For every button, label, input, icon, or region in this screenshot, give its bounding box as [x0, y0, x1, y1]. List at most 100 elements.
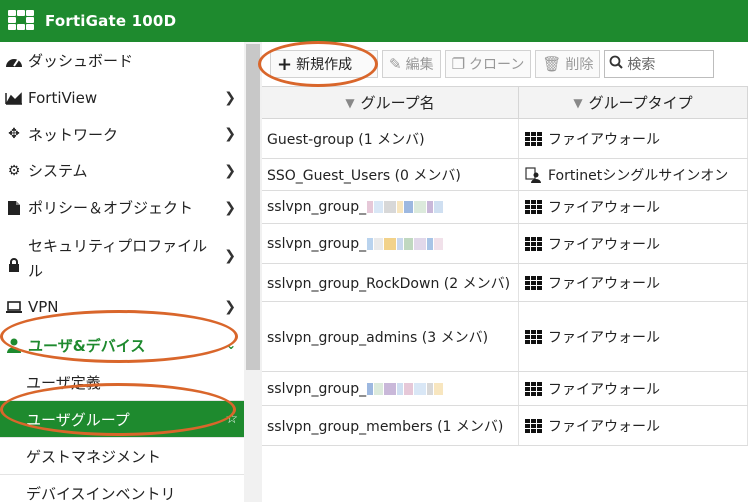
sidebar-item-user-device[interactable]: ユーザ&デバイス ⌄ — [0, 326, 244, 364]
blur-block — [404, 237, 414, 250]
blur-block — [367, 201, 374, 213]
sidebar-item-label: ポリシー＆オブジェクト — [28, 199, 194, 217]
group-type-text: ファイアウォール — [548, 200, 660, 216]
group-type-text: ファイアウォール — [548, 236, 660, 253]
table-row[interactable]: Guest-group (1 メンバ) ファイアウォール — [262, 119, 748, 159]
delete-button[interactable]: 🗑 削除 — [535, 50, 601, 78]
sidebar-item-fortiview[interactable]: FortiView ❯ — [0, 79, 244, 116]
sidebar-subitem-device-inventory[interactable]: デバイスインベントリ — [0, 475, 244, 502]
blur-block — [434, 237, 444, 250]
group-type-text: ファイアウォール — [548, 329, 660, 346]
sidebar-scrollbar-thumb[interactable] — [246, 44, 260, 370]
sidebar-nav: ダッシュボード FortiView ❯ ✥ ネットワーク ❯ ⚙ システム ❯ … — [0, 42, 244, 502]
filter-icon[interactable]: ▼ — [573, 96, 582, 110]
cell-group-type: ファイアウォール — [519, 119, 748, 158]
blur-block — [427, 237, 434, 250]
delete-label: 削除 — [565, 57, 594, 73]
cell-group-name: Guest-group (1 メンバ) — [262, 119, 519, 158]
chevron-right-icon: ❯ — [224, 299, 236, 315]
sidebar-item-label: ユーザ&デバイス — [28, 336, 146, 355]
user-icon — [4, 336, 24, 354]
column-header-label: グループタイプ — [588, 94, 693, 112]
blur-block — [374, 201, 384, 213]
blur-block — [404, 382, 414, 395]
sidebar-item-label: セキュリティプロファイル — [28, 237, 208, 255]
sidebar-item-label: VPN — [28, 298, 59, 316]
dashboard-icon — [4, 52, 24, 70]
clone-button[interactable]: ❐ クローン — [444, 50, 532, 78]
cell-group-type: Fortinetシングルサインオン — [519, 159, 748, 190]
blur-block — [367, 237, 374, 250]
clone-label: クローン — [469, 57, 525, 73]
table-row[interactable]: SSO_Guest_Users (0 メンバ) Fortinetシングルサインオン — [262, 159, 748, 191]
group-name-text: Guest-group (1 メンバ) — [267, 131, 425, 148]
laptop-icon — [4, 298, 24, 316]
user-groups-table: ▼ グループ名 ▼ グループタイプ Guest-group (1 メンバ) ファイ… — [262, 86, 748, 502]
blur-block — [404, 201, 414, 213]
table-row[interactable]: sslvpn_group_members (1 メンバ) ファイアウォール — [262, 406, 748, 446]
clone-icon: ❐ — [451, 55, 466, 73]
blur-block — [427, 201, 434, 213]
sidebar-item-label: ネットワーク — [28, 125, 119, 144]
edit-button[interactable]: ✎ 編集 — [382, 50, 441, 78]
blur-block — [397, 382, 404, 395]
blur-block — [414, 237, 427, 250]
search-icon — [609, 55, 624, 73]
sidebar-subitem-guest-management[interactable]: ゲストマネジメント — [0, 438, 244, 475]
table-row[interactable]: sslvpn_group_ ファイアウォール — [262, 372, 748, 406]
chevron-down-icon: ⌄ — [225, 338, 236, 352]
edit-label: 編集 — [405, 57, 434, 73]
firewall-icon — [524, 275, 542, 291]
sidebar-subitem-label: デバイスインベントリ — [26, 485, 176, 502]
sidebar-item-system[interactable]: ⚙ システム ❯ — [0, 152, 244, 189]
table-row[interactable]: sslvpn_group_admins (3 メンバ) ファイアウォール — [262, 302, 748, 372]
edit-icon: ✎ — [389, 55, 402, 73]
group-name-text: sslvpn_group_admins (3 メンバ) — [267, 329, 489, 346]
network-icon: ✥ — [8, 126, 20, 142]
group-name-text: sslvpn_group_ — [267, 380, 367, 397]
cell-group-type: ファイアウォール — [519, 406, 748, 445]
sidebar-item-label: FortiView — [28, 88, 98, 107]
cell-group-name: sslvpn_group_admins (3 メンバ) — [262, 302, 519, 371]
create-new-button[interactable]: + 新規作成 — [270, 50, 378, 78]
blur-block — [384, 201, 397, 213]
policy-icon — [4, 199, 24, 217]
toolbar: + 新規作成 ✎ 編集 ❐ クローン 🗑 削除 検索 — [262, 42, 748, 86]
table-row[interactable]: sslvpn_group_RockDown (2 メンバ) ファイアウォール — [262, 264, 748, 302]
group-name-text: sslvpn_group_members (1 メンバ) — [267, 418, 504, 435]
group-name-text: sslvpn_group_ — [267, 199, 367, 215]
blur-block — [434, 201, 444, 213]
sidebar-item-label-wrap: セキュリティプロファイル ル — [28, 234, 207, 284]
group-name-text: sslvpn_group_ — [267, 235, 367, 252]
star-icon[interactable]: ☆ — [225, 411, 238, 427]
cell-group-type: ファイアウォール — [519, 372, 748, 405]
blur-block — [367, 382, 374, 395]
cell-group-type: ファイアウォール — [519, 264, 748, 301]
blur-block — [414, 382, 427, 395]
blur-block — [374, 382, 384, 395]
sidebar-subitem-user-definition[interactable]: ユーザ定義 — [0, 364, 244, 401]
sidebar-item-vpn[interactable]: VPN ❯ — [0, 288, 244, 326]
sidebar-subitem-label: ユーザ定義 — [26, 373, 101, 392]
search-input[interactable]: 検索 — [604, 50, 715, 78]
sidebar-item-dashboard[interactable]: ダッシュボード — [0, 42, 244, 79]
sidebar-item-policy-objects[interactable]: ポリシー＆オブジェクト ❯ — [0, 189, 244, 226]
table-row[interactable]: sslvpn_group_ ファイアウォール — [262, 224, 748, 264]
sidebar-scrollbar[interactable] — [244, 42, 262, 502]
sidebar-item-label: ダッシュボード — [28, 52, 134, 70]
column-header-group-name[interactable]: ▼ グループ名 — [262, 87, 519, 118]
column-header-group-type[interactable]: ▼ グループタイプ — [519, 87, 748, 118]
filter-icon[interactable]: ▼ — [345, 96, 354, 110]
group-type-text: ファイアウォール — [548, 381, 660, 398]
column-header-label: グループ名 — [360, 94, 435, 112]
firewall-icon — [524, 236, 542, 252]
sidebar-item-security-profiles[interactable]: セキュリティプロファイル ル ❯ — [0, 226, 244, 288]
sidebar-item-network[interactable]: ✥ ネットワーク ❯ — [0, 116, 244, 152]
group-type-text: ファイアウォール — [548, 131, 660, 148]
blur-block — [384, 382, 397, 395]
sidebar-subitem-user-groups[interactable]: ユーザグループ ☆ — [0, 401, 244, 438]
firewall-icon — [524, 199, 542, 215]
chevron-right-icon: ❯ — [224, 199, 236, 216]
chevron-right-icon: ❯ — [224, 89, 236, 106]
table-row[interactable]: sslvpn_group_ ファイアウォール — [262, 191, 748, 224]
